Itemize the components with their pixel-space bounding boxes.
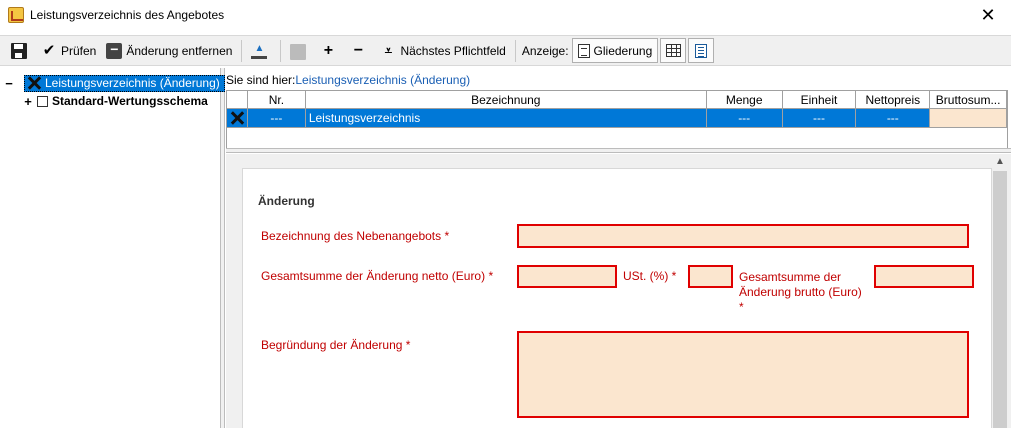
window-title: Leistungsverzeichnis des Angebotes: [30, 8, 225, 22]
tree-item-checkbox[interactable]: [37, 95, 48, 107]
cell-nettopreis: ---: [856, 109, 931, 127]
expand-icon[interactable]: +: [23, 94, 33, 109]
form-view-toggle[interactable]: [688, 38, 715, 63]
horizontal-splitter[interactable]: [226, 148, 1011, 153]
remove-document-icon: [106, 41, 123, 59]
label-brutto-line3: *: [739, 300, 744, 314]
toolbar-separator: [241, 39, 243, 62]
table-row[interactable]: --- Leistungsverzeichnis --- --- ---: [227, 109, 1008, 127]
tree-item-wertungsschema[interactable]: + Standard-Wertungsschema: [23, 92, 208, 110]
column-header-menge[interactable]: Menge: [706, 91, 783, 109]
section-title: Änderung: [258, 194, 315, 208]
grid-header-icon-col: [227, 91, 248, 109]
tree-pane: [0, 68, 221, 428]
outline-view-toggle[interactable]: Gliederung: [571, 38, 659, 63]
ust-input[interactable]: [688, 265, 733, 288]
next-field-icon: ⩡: [384, 42, 393, 58]
add-button[interactable]: +: [315, 38, 345, 63]
column-header-bezeichnung[interactable]: Bezeichnung: [305, 91, 707, 109]
check-button[interactable]: ✔ Prüfen: [36, 38, 101, 63]
grid-header: Nr. Bezeichnung Menge Einheit Nettopreis…: [227, 91, 1008, 109]
table-view-toggle[interactable]: [660, 38, 687, 63]
document-icon: [577, 43, 590, 58]
upload-icon: [251, 43, 268, 59]
app-icon: [8, 7, 24, 23]
remove-button[interactable]: −: [345, 38, 375, 63]
breadcrumb-link[interactable]: Leistungsverzeichnis (Änderung): [295, 73, 470, 87]
column-header-einheit[interactable]: Einheit: [782, 91, 857, 109]
scroll-up-arrow-icon[interactable]: ▲: [992, 154, 1008, 170]
next-required-field-button[interactable]: ⩡ Nächstes Pflichtfeld: [375, 38, 510, 63]
tree-item-label: Standard-Wertungsschema: [52, 94, 208, 108]
brutto-input[interactable]: [874, 265, 974, 288]
close-button[interactable]: ✕: [965, 0, 1011, 31]
toolbar: ✔ Prüfen Änderung entfernen + − ⩡ Nächst…: [0, 35, 1011, 66]
view-label: Anzeige:: [521, 43, 569, 58]
tools-icon: [27, 76, 41, 90]
remove-change-button[interactable]: Änderung entfernen: [101, 38, 237, 63]
label-brutto: Gesamtsumme der Änderung brutto (Euro) *: [739, 270, 862, 315]
scrollbar-thumb[interactable]: [993, 171, 1007, 428]
toolbar-separator: [514, 39, 516, 62]
column-header-bruttosumme[interactable]: Bruttosum...: [930, 91, 1008, 109]
checkmark-icon: ✔: [42, 41, 56, 59]
tree-item-selected[interactable]: Leistungsverzeichnis (Änderung): [24, 74, 225, 92]
toolbar-separator: [280, 39, 282, 62]
tools-icon: [227, 109, 248, 127]
positions-grid: Nr. Bezeichnung Menge Einheit Nettopreis…: [226, 90, 1008, 128]
vertical-splitter[interactable]: [221, 68, 225, 428]
label-netto: Gesamtsumme der Änderung netto (Euro) *: [261, 269, 494, 283]
save-icon: [11, 42, 27, 59]
cell-einheit: ---: [782, 109, 857, 127]
label-begruendung: Begründung der Änderung *: [261, 338, 411, 352]
plus-icon: +: [323, 41, 334, 59]
minus-icon: −: [353, 41, 364, 59]
collapse-icon[interactable]: −: [4, 76, 14, 91]
grid-empty-area: [226, 128, 1008, 148]
cell-bruttosumme: [930, 109, 1008, 127]
column-header-nettopreis[interactable]: Nettopreis: [856, 91, 931, 109]
cell-nr: ---: [247, 109, 306, 127]
remove-change-label: Änderung entfernen: [126, 43, 233, 58]
label-brutto-line2: Änderung brutto (Euro): [739, 285, 862, 299]
export-button[interactable]: [246, 38, 276, 63]
label-brutto-line1: Gesamtsumme der: [739, 270, 842, 284]
check-button-label: Prüfen: [61, 43, 97, 58]
outline-view-label: Gliederung: [593, 43, 653, 58]
label-ust: USt. (%) *: [623, 269, 677, 283]
table-icon: [665, 44, 681, 57]
begruendung-textarea[interactable]: [517, 331, 969, 418]
label-bezeichnung: Bezeichnung des Nebenangebots *: [261, 229, 450, 243]
breadcrumb-prefix: Sie sind hier:: [226, 73, 296, 87]
breadcrumb: Sie sind hier:Leistungsverzeichnis (Ände…: [226, 73, 470, 87]
cell-bezeichnung: Leistungsverzeichnis: [305, 109, 707, 127]
folder-icon: [290, 44, 307, 60]
tree-item-label: Leistungsverzeichnis (Änderung): [45, 76, 220, 90]
folder-button[interactable]: [285, 38, 315, 63]
netto-input[interactable]: [517, 265, 617, 288]
bezeichnung-input[interactable]: [517, 224, 969, 248]
title-bar: Leistungsverzeichnis des Angebotes ✕: [0, 0, 1011, 31]
save-button[interactable]: [6, 38, 36, 63]
list-document-icon: [695, 43, 708, 58]
column-header-nr[interactable]: Nr.: [247, 91, 306, 109]
tree-item-leistungsverzeichnis[interactable]: − Leistungsverzeichnis (Änderung): [4, 74, 225, 92]
cell-menge: ---: [706, 109, 783, 127]
next-required-field-label: Nächstes Pflichtfeld: [400, 43, 506, 58]
